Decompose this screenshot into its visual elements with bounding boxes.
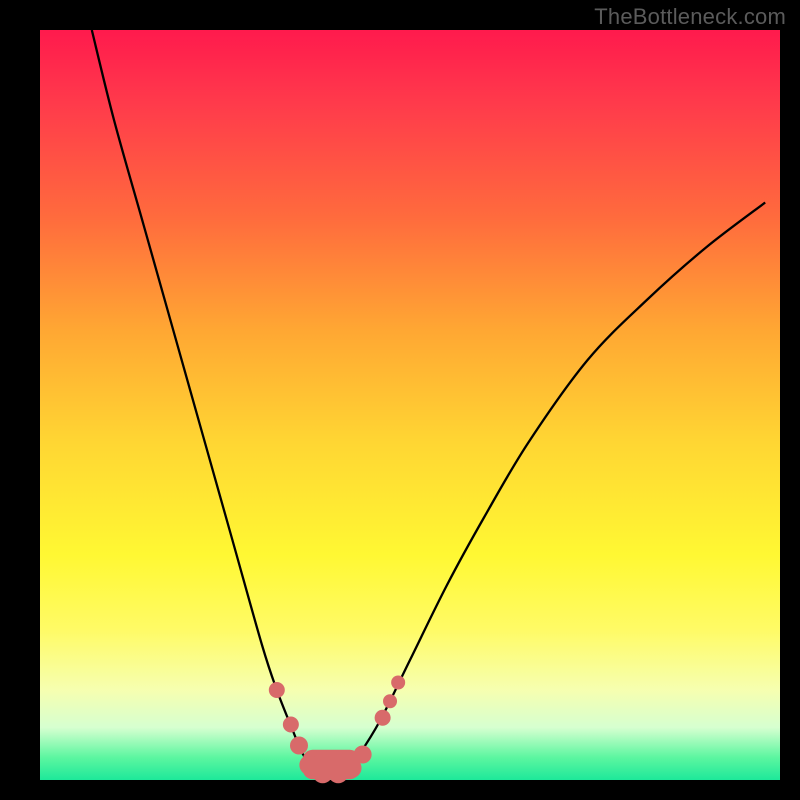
curve-layer: [40, 30, 780, 780]
watermark-text: TheBottleneck.com: [594, 4, 786, 30]
curve-marker: [383, 694, 397, 708]
curve-marker: [354, 746, 372, 764]
plot-area: [40, 30, 780, 780]
curve-marker: [391, 676, 405, 690]
chart-frame: TheBottleneck.com: [0, 0, 800, 800]
curve-marker: [375, 710, 391, 726]
curve-marker: [269, 682, 285, 698]
curve-marker: [290, 737, 308, 755]
bottleneck-curve: [92, 30, 765, 775]
curve-marker: [283, 717, 299, 733]
data-markers: [269, 676, 405, 784]
